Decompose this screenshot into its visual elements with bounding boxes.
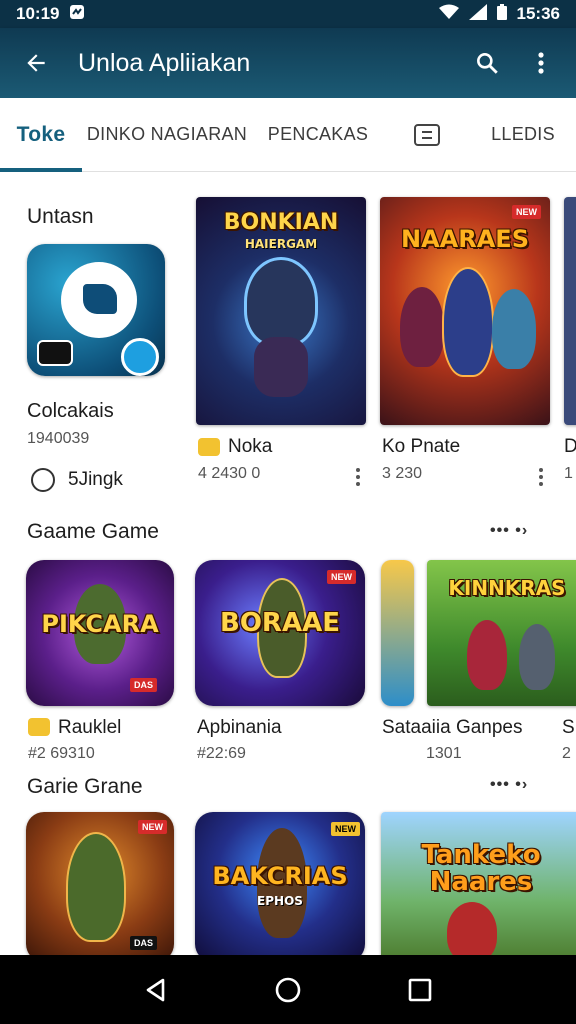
section-title: Garie Grane — [27, 775, 143, 798]
poster-title: KINNKRAS — [448, 576, 566, 600]
home-nav-button[interactable] — [258, 960, 318, 1020]
game-poster[interactable]: NAARAES NEW — [380, 197, 550, 425]
badge-icon — [37, 340, 73, 366]
back-button[interactable] — [0, 28, 72, 98]
see-more-button[interactable]: ••• •› — [490, 776, 528, 794]
section-title: Untasn — [27, 205, 94, 228]
system-nav-bar — [0, 955, 576, 1024]
featured-app-name: Colcakais — [27, 400, 114, 422]
game-icon[interactable]: BORAAE NEW — [195, 560, 365, 706]
more-vert-icon[interactable] — [537, 468, 545, 486]
chat-bubble-icon — [61, 262, 137, 338]
tab-pencakas[interactable]: PENCAKAS — [252, 98, 384, 172]
search-button[interactable] — [460, 28, 514, 98]
poster-title: BONKIAN — [223, 210, 339, 235]
card-name: Sataaiia Ganpes — [382, 717, 523, 738]
game-icon[interactable]: PIKCARA DAS — [26, 560, 174, 706]
game-icon[interactable]: NEW DAS — [26, 812, 174, 955]
messenger-icon — [121, 338, 159, 376]
game-poster[interactable]: BONKIAN HAIERGAM — [196, 197, 366, 425]
poster-subtitle: HAIERGAM — [244, 237, 318, 251]
tab-toke[interactable]: Toke — [0, 98, 82, 172]
box-tab-icon — [414, 123, 440, 146]
page-title: Unloa Apliiakan — [78, 48, 251, 77]
game-icon[interactable]: BAKCRIAS EPHOS NEW — [195, 812, 365, 955]
tab-dinko-nagiaran[interactable]: DINKO NAGIARAN — [82, 98, 252, 172]
card-meta: 1301 — [426, 745, 462, 762]
tab-label: DINKO NAGIARAN — [86, 124, 248, 144]
game-poster[interactable] — [564, 197, 576, 425]
poster-title: NAARAES — [401, 225, 529, 253]
game-poster[interactable]: KINNKRAS — [427, 560, 576, 706]
see-more-button[interactable]: ••• •› — [490, 522, 528, 540]
notification-icon — [69, 4, 85, 25]
home-nav-icon — [275, 977, 301, 1002]
tab-label: LLEDIS — [491, 124, 555, 144]
poster-subtitle: EPHOS — [257, 894, 303, 908]
status-bar: 10:19 15:36 — [0, 0, 576, 28]
back-arrow-icon — [27, 54, 45, 72]
content-area: Untasn Colcakais 1940039 5Jingk BONKIAN … — [0, 172, 576, 955]
tab-lledis[interactable]: LLEDIS — [470, 98, 576, 172]
card-name: Apbinania — [197, 717, 282, 738]
status-battery-text: 15:36 — [516, 4, 560, 23]
card-name: D — [564, 436, 576, 457]
poster-title: PIKCARA — [41, 610, 159, 638]
wifi-icon — [438, 4, 459, 25]
card-name: Ko Pnate — [382, 436, 461, 457]
card-meta: #22:69 — [197, 745, 246, 762]
more-vert-icon[interactable] — [354, 468, 362, 486]
featured-app-icon[interactable] — [27, 244, 165, 376]
section-title: Gaame Game — [27, 520, 159, 543]
card-name: Rauklel — [58, 717, 122, 738]
battery-icon — [496, 3, 507, 25]
tab-bar: Toke DINKO NAGIARAN PENCAKAS LLEDIS — [0, 98, 576, 172]
more-vert-icon — [538, 52, 544, 74]
crown-icon — [28, 718, 50, 736]
poster-title: Tankeko Naares — [421, 840, 541, 898]
card-name: Noka — [228, 436, 273, 457]
back-nav-icon — [146, 978, 165, 1001]
tab-label: PENCAKAS — [267, 124, 369, 144]
recents-nav-button[interactable] — [390, 960, 450, 1020]
card-meta: 3 230 — [382, 465, 423, 482]
more-options-button[interactable] — [514, 28, 568, 98]
radio-label: 5Jingk — [68, 469, 123, 490]
card-meta: 4 2430 0 — [198, 465, 261, 482]
poster-badge: DAS — [130, 936, 158, 950]
back-nav-button[interactable] — [126, 960, 186, 1020]
signal-icon — [468, 3, 487, 25]
tab-box[interactable] — [384, 98, 470, 172]
recents-nav-icon — [408, 978, 432, 1001]
status-time: 10:19 — [16, 4, 60, 23]
search-icon — [477, 53, 498, 74]
poster-title: BAKCRIAS — [212, 862, 348, 890]
app-bar: Unloa Apliiakan — [0, 28, 576, 98]
radio-button[interactable] — [31, 468, 55, 492]
card-name: S — [562, 717, 575, 738]
card-meta: #2 69310 — [28, 745, 95, 762]
game-poster[interactable]: Tankeko Naares — [381, 812, 576, 955]
tab-label: Toke — [16, 122, 66, 146]
featured-app-meta: 1940039 — [27, 430, 90, 447]
game-icon[interactable] — [381, 560, 414, 706]
poster-title: BORAAE — [220, 608, 340, 638]
card-meta: 1 — [564, 465, 573, 482]
card-meta: 2 — [562, 745, 571, 762]
crown-icon — [198, 438, 220, 456]
